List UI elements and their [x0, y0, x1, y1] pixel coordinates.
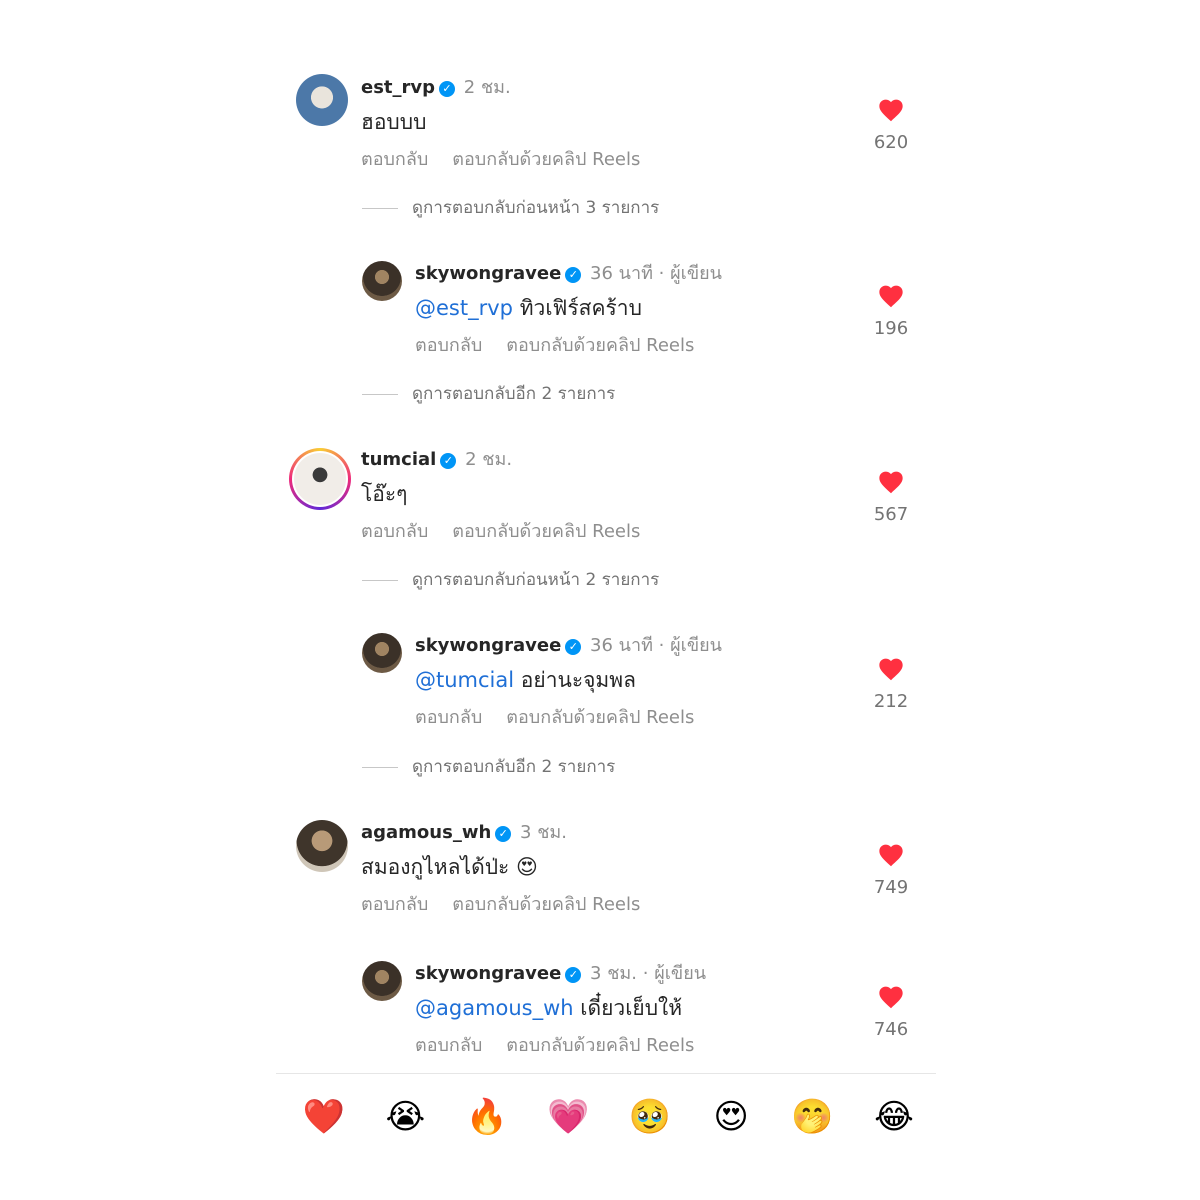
avatar[interactable] [362, 633, 402, 673]
comment-body: สมองกูไหลได้ป่ะ 😍 [361, 855, 538, 879]
comment-body: อย่านะจุมพล [520, 668, 636, 692]
reply-reels-button[interactable]: ตอบกลับด้วยคลิป Reels [452, 894, 640, 915]
comment-body: ทิวเฟิร์สคร้าบ [519, 296, 642, 320]
username[interactable]: skywongravee [415, 635, 561, 656]
like-control[interactable]: 196 [861, 282, 921, 339]
comment-text: โอ๊ะๆ [361, 480, 407, 508]
heart-icon[interactable] [877, 468, 905, 494]
divider-line [362, 207, 398, 209]
mention-link[interactable]: @est_rvp [415, 296, 513, 320]
comment-time: 3 ชม. [520, 822, 567, 843]
view-more-replies[interactable]: ดูการตอบกลับอีก 2 รายการ [362, 756, 615, 778]
comment-time: 3 ชม. [590, 963, 638, 984]
heart-icon[interactable] [877, 282, 905, 308]
verified-badge-icon: ✓ [440, 453, 457, 469]
author-tag: · ผู้เขียน [658, 263, 722, 284]
emoji-fire[interactable]: 🔥 [459, 1094, 515, 1140]
reply-button[interactable]: ตอบกลับ [361, 894, 428, 915]
verified-badge-icon: ✓ [565, 267, 582, 283]
comment-text: ฮอบบบ [361, 108, 426, 136]
view-replies-label: ดูการตอบกลับก่อนหน้า 3 รายการ [412, 198, 660, 218]
like-control[interactable]: 212 [861, 655, 921, 712]
mention-link[interactable]: @agamous_wh [415, 996, 574, 1020]
avatar[interactable] [362, 961, 402, 1001]
verified-badge-icon: ✓ [565, 967, 582, 983]
like-count: 567 [873, 504, 909, 525]
comment-time: 2 ชม. [465, 449, 513, 470]
view-more-replies[interactable]: ดูการตอบกลับอีก 2 รายการ [362, 383, 615, 405]
view-replies-label: ดูการตอบกลับอีก 2 รายการ [412, 384, 616, 404]
emoji-tears-of-joy[interactable]: 😂 [866, 1094, 922, 1140]
like-control[interactable]: 620 [861, 96, 921, 153]
emoji-red-heart[interactable]: ❤️ [296, 1094, 352, 1140]
avatar[interactable] [296, 820, 348, 872]
comment-body: โอ๊ะๆ [361, 482, 408, 506]
verified-badge-icon: ✓ [565, 639, 582, 655]
avatar [294, 453, 346, 505]
emoji-heart-eyes[interactable]: 😍 [703, 1094, 759, 1140]
comment-text: @est_rvp ทิวเฟิร์สคร้าบ [415, 294, 642, 322]
quick-emoji-bar: ❤️ 😭 🔥 💗 🥹 😍 🤭 😂 [296, 1094, 922, 1140]
emoji-pleading[interactable]: 🥹 [622, 1094, 678, 1140]
view-replies-label: ดูการตอบกลับก่อนหน้า 2 รายการ [412, 570, 660, 590]
heart-icon[interactable] [877, 655, 905, 681]
divider-line [362, 766, 398, 768]
avatar-story-ring[interactable] [289, 448, 351, 510]
verified-badge-icon: ✓ [439, 81, 456, 97]
like-count: 212 [873, 691, 909, 712]
view-previous-replies[interactable]: ดูการตอบกลับก่อนหน้า 3 รายการ [362, 197, 659, 219]
comment-text: @tumcial อย่านะจุมพล [415, 666, 636, 694]
emoji-hand-over-mouth[interactable]: 🤭 [785, 1094, 841, 1140]
view-replies-label: ดูการตอบกลับอีก 2 รายการ [412, 757, 616, 777]
comment-time: 2 ชม. [463, 77, 511, 98]
reply-button[interactable]: ตอบกลับ [361, 149, 428, 170]
like-control[interactable]: 749 [861, 841, 921, 898]
username[interactable]: skywongravee [415, 963, 561, 984]
like-count: 749 [873, 877, 909, 898]
comment-time: 36 นาที [590, 263, 653, 284]
heart-icon[interactable] [877, 96, 905, 122]
divider-line [362, 579, 398, 581]
comment-time: 36 นาที [590, 635, 653, 656]
mention-link[interactable]: @tumcial [415, 668, 514, 692]
username[interactable]: agamous_wh [361, 822, 491, 843]
view-previous-replies[interactable]: ดูการตอบกลับก่อนหน้า 2 รายการ [362, 569, 659, 591]
like-control[interactable]: 746 [861, 983, 921, 1040]
username[interactable]: skywongravee [415, 263, 561, 284]
reply-button[interactable]: ตอบกลับ [415, 335, 482, 356]
reply-reels-button[interactable]: ตอบกลับด้วยคลิป Reels [506, 707, 694, 728]
emoji-bar-divider [276, 1073, 936, 1074]
reply-button[interactable]: ตอบกลับ [415, 1035, 482, 1056]
like-count: 196 [873, 318, 909, 339]
like-count: 746 [873, 1019, 909, 1040]
heart-icon[interactable] [877, 841, 905, 867]
reply-button[interactable]: ตอบกลับ [415, 707, 482, 728]
verified-badge-icon: ✓ [495, 826, 512, 842]
emoji-growing-heart[interactable]: 💗 [540, 1094, 596, 1140]
divider-line [362, 393, 398, 395]
reply-reels-button[interactable]: ตอบกลับด้วยคลิป Reels [506, 335, 694, 356]
like-count: 620 [873, 132, 909, 153]
reply-reels-button[interactable]: ตอบกลับด้วยคลิป Reels [452, 521, 640, 542]
avatar[interactable] [296, 74, 348, 126]
emoji-crying[interactable]: 😭 [377, 1094, 433, 1140]
username[interactable]: tumcial [361, 449, 436, 470]
comment-body: เดี๋ยวเย็บให้ [580, 996, 683, 1020]
comment-body: ฮอบบบ [361, 110, 427, 134]
username[interactable]: est_rvp [361, 77, 435, 98]
comment-text: สมองกูไหลได้ป่ะ 😍 [361, 853, 538, 881]
reply-button[interactable]: ตอบกลับ [361, 521, 428, 542]
heart-icon[interactable] [877, 983, 905, 1009]
reply-reels-button[interactable]: ตอบกลับด้วยคลิป Reels [506, 1035, 694, 1056]
like-control[interactable]: 567 [861, 468, 921, 525]
author-tag: · ผู้เขียน [642, 963, 707, 984]
author-tag: · ผู้เขียน [658, 635, 722, 656]
reply-reels-button[interactable]: ตอบกลับด้วยคลิป Reels [452, 149, 640, 170]
comment-text: @agamous_wh เดี๋ยวเย็บให้ [415, 994, 682, 1022]
avatar[interactable] [362, 261, 402, 301]
